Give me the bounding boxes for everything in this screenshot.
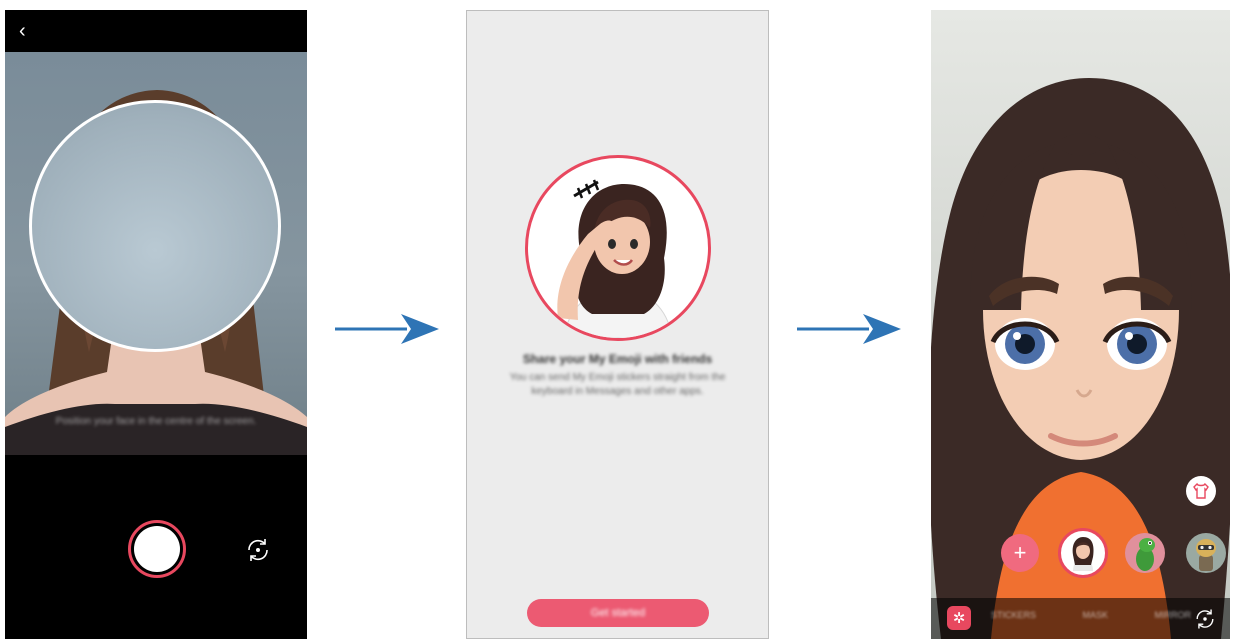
ar-emoji-camera-screen: + ✲ STICKERS MASK MIRROR (931, 10, 1230, 639)
my-emoji-intro-screen: Share your My Emoji with friends You can… (466, 10, 769, 639)
robot-emoji-avatar[interactable] (1186, 533, 1226, 573)
sticker-icon: ✲ (952, 610, 966, 627)
face-capture-screen: ‹ Position your face in the centre of th… (5, 10, 307, 639)
switch-camera-icon (248, 539, 268, 561)
camera-preview: Position your face in the centre of the … (5, 52, 307, 455)
face-position-hint: Position your face in the centre of the … (55, 416, 257, 427)
tab-mirror[interactable]: MIRROR (1155, 610, 1192, 620)
outfit-button[interactable] (1186, 476, 1216, 506)
back-button[interactable]: ‹ (19, 18, 41, 44)
robot-icon (1196, 539, 1216, 571)
switch-camera-icon (1196, 609, 1214, 629)
top-bar: ‹ (5, 10, 307, 52)
face-guide-circle (29, 100, 281, 352)
dinosaur-emoji-avatar[interactable] (1125, 533, 1165, 573)
switch-camera-button[interactable] (1192, 606, 1218, 632)
switch-camera-button[interactable] (243, 535, 273, 565)
salute-avatar-illustration (557, 179, 673, 338)
dinosaur-icon (1136, 538, 1155, 571)
intro-title: Share your My Emoji with friends (522, 352, 713, 366)
get-started-label: Get started (590, 607, 646, 619)
get-started-button[interactable]: Get started (527, 599, 709, 627)
tab-mask[interactable]: MASK (1083, 610, 1109, 620)
flow-arrow-right-icon (797, 314, 901, 344)
shutter-inner (134, 526, 180, 572)
my-emoji-avatar-selected[interactable] (1058, 528, 1108, 578)
avatar-thumbnail (1072, 537, 1094, 571)
shutter-button[interactable] (128, 520, 186, 578)
mode-tabs: STICKERS MASK MIRROR (991, 610, 1191, 620)
tab-stickers[interactable]: STICKERS (991, 610, 1036, 620)
shirt-icon (1193, 482, 1209, 499)
chevron-left-icon: ‹ (19, 20, 26, 42)
add-emoji-button[interactable]: + (1001, 534, 1039, 572)
emoji-avatar-preview (525, 155, 711, 341)
intro-description: You can send My Emoji stickers straight … (509, 372, 726, 397)
flow-arrow-right-icon (335, 314, 439, 344)
sticker-gallery-button[interactable]: ✲ (947, 606, 971, 630)
